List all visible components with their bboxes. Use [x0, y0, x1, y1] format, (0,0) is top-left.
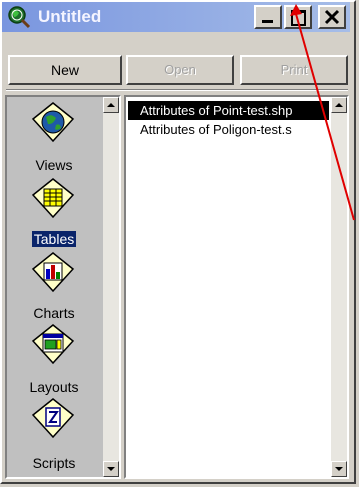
annotation-arrow — [290, 4, 355, 221]
